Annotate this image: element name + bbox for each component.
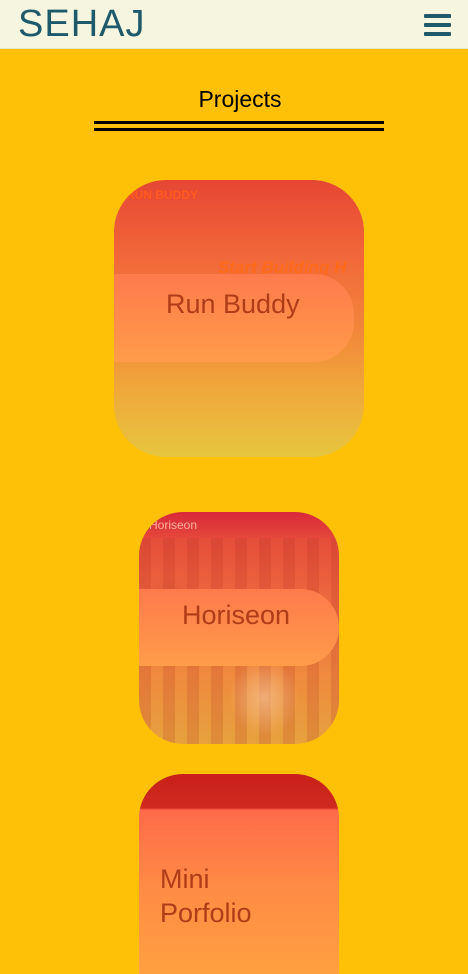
project-title: Mini Porfolio [160, 862, 252, 930]
brand-logo[interactable]: SEHAJ [18, 4, 145, 44]
title-divider [94, 121, 384, 131]
project-title: Horiseon [182, 600, 291, 630]
project-card-run-buddy[interactable]: RUN BUDDY Start Building H Run Buddy [114, 180, 364, 457]
hamburger-menu-icon[interactable] [424, 14, 451, 38]
thumbnail-tag: RUN BUDDY [126, 188, 198, 202]
project-title-pill[interactable]: Horiseon [139, 589, 339, 666]
project-card-horiseon[interactable]: Horiseon Horiseon [139, 512, 339, 744]
project-title: Run Buddy [166, 289, 300, 319]
project-title-pill[interactable]: Run Buddy [114, 274, 354, 362]
section-title: Projects [198, 86, 282, 112]
top-navbar: SEHAJ [0, 0, 468, 48]
thumbnail-tag: Horiseon [149, 518, 198, 532]
project-card-mini-portfolio[interactable]: Mini Porfolio [139, 774, 339, 974]
project-title-line-1: Mini [160, 864, 210, 894]
